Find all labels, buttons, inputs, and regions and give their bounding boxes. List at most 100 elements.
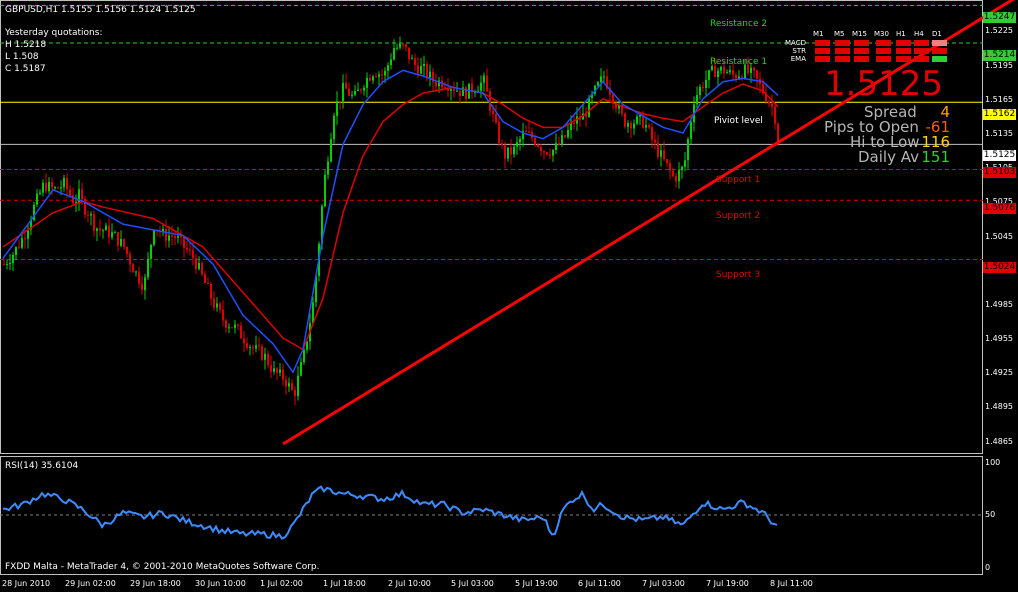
candle-body [660,150,662,157]
candle-body [402,43,404,45]
daily-av-label: Daily Av [858,148,919,166]
signal-cell [815,40,830,46]
candle-body [267,353,269,366]
candle-body [720,66,722,71]
candle-body [198,263,200,270]
candle-body [387,65,389,71]
candle-body [324,174,326,207]
candle-body [174,236,176,238]
candle-body [372,76,374,81]
signal-cell [876,40,891,46]
candle-body [93,214,95,231]
candle-body [261,346,263,360]
candle-body [735,74,737,79]
price-tick: 1.5045 [985,231,1013,241]
candle-body [714,66,716,77]
candle-body [429,71,431,78]
signal-cell [876,48,891,54]
candle-body [9,262,11,265]
candle-body [534,137,536,145]
candle-body [507,147,509,159]
candle-body [90,214,92,216]
resistance2-label: Resistance 2 [710,19,768,29]
candle-body [57,187,59,189]
candle-body [408,47,410,60]
candle-body [708,70,710,80]
time-tick: 29 Jun 02:00 [65,579,116,588]
candle-body [342,82,344,102]
candle-body [240,325,242,339]
rsi-line [2,485,778,540]
support2-price-box: 1.5076 [983,203,1016,214]
candle-body [552,149,554,156]
candle-body [249,347,251,349]
candle-body [510,147,512,155]
time-tick: 5 Jul 19:00 [515,579,558,588]
daily-av-value: 151 [921,148,950,166]
time-tick: 7 Jul 19:00 [706,579,749,588]
candle-body [357,89,359,91]
signal-cell [854,48,869,54]
candle-body [681,166,683,171]
rsi-tick-0: 0 [985,563,991,572]
candle-body [687,138,689,161]
candle-body [336,101,338,116]
candle-body [699,86,701,96]
candle-body [270,365,272,372]
pivot-label: Piviot level [714,116,763,126]
candle-body [366,77,368,88]
pivot-price-box: 1.5162 [983,109,1016,120]
support3-price-box: 1.5024 [983,262,1016,273]
rsi-tick-100: 100 [985,458,1001,467]
price-tick: 1.4865 [985,436,1013,446]
candle-body [255,345,257,349]
candle-body [207,283,209,285]
candle-body [303,349,305,363]
candle-body [717,70,719,77]
candle-body [144,277,146,291]
candle-body [63,178,65,188]
candle-body [276,368,278,373]
candle-body [483,75,485,83]
signal-cell [914,56,929,62]
candle-body [492,110,494,115]
candle-body [273,368,275,372]
candle-body [732,70,734,75]
candle-body [99,228,101,231]
candle-body [87,214,89,216]
candle-body [696,95,698,105]
candle-body [150,244,152,259]
candle-body [195,257,197,270]
price-tick: 1.4985 [985,299,1013,309]
candle-body [684,160,686,167]
candle-body [42,182,44,193]
copyright-footer: FXDD Malta - MetaTrader 4, © 2001-2010 M… [5,562,320,572]
time-tick: 5 Jul 03:00 [451,579,494,588]
candle-body [549,154,551,156]
price-tick: 1.5135 [985,129,1013,138]
mt4-chart-window: GBPUSD,H1 1.5155 1.5156 1.5124 1.5125 Ye… [0,0,1018,592]
candle-body [225,320,227,328]
candle-body [702,86,704,88]
candle-body [333,115,335,140]
candle-body [141,283,143,291]
resistance1-price-box: 1.5214 [983,50,1016,61]
signal-cell [896,56,911,62]
candle-body [768,102,770,104]
candle-body [375,76,377,78]
candle-body [393,48,395,60]
candle-body [729,70,731,73]
candle-body [516,142,518,147]
candle-body [18,247,20,249]
yesterday-high: H 1.5218 [5,40,47,50]
candle-body [60,187,62,189]
price-tick: 1.4895 [985,402,1013,412]
candle-body [237,324,239,326]
candle-body [636,116,638,124]
candle-body [525,131,527,133]
candle-body [48,181,50,192]
candle-body [15,247,17,255]
candle-body [756,70,758,79]
support1-price-box: 1.5103 [983,167,1016,178]
signal-cell [835,48,850,54]
